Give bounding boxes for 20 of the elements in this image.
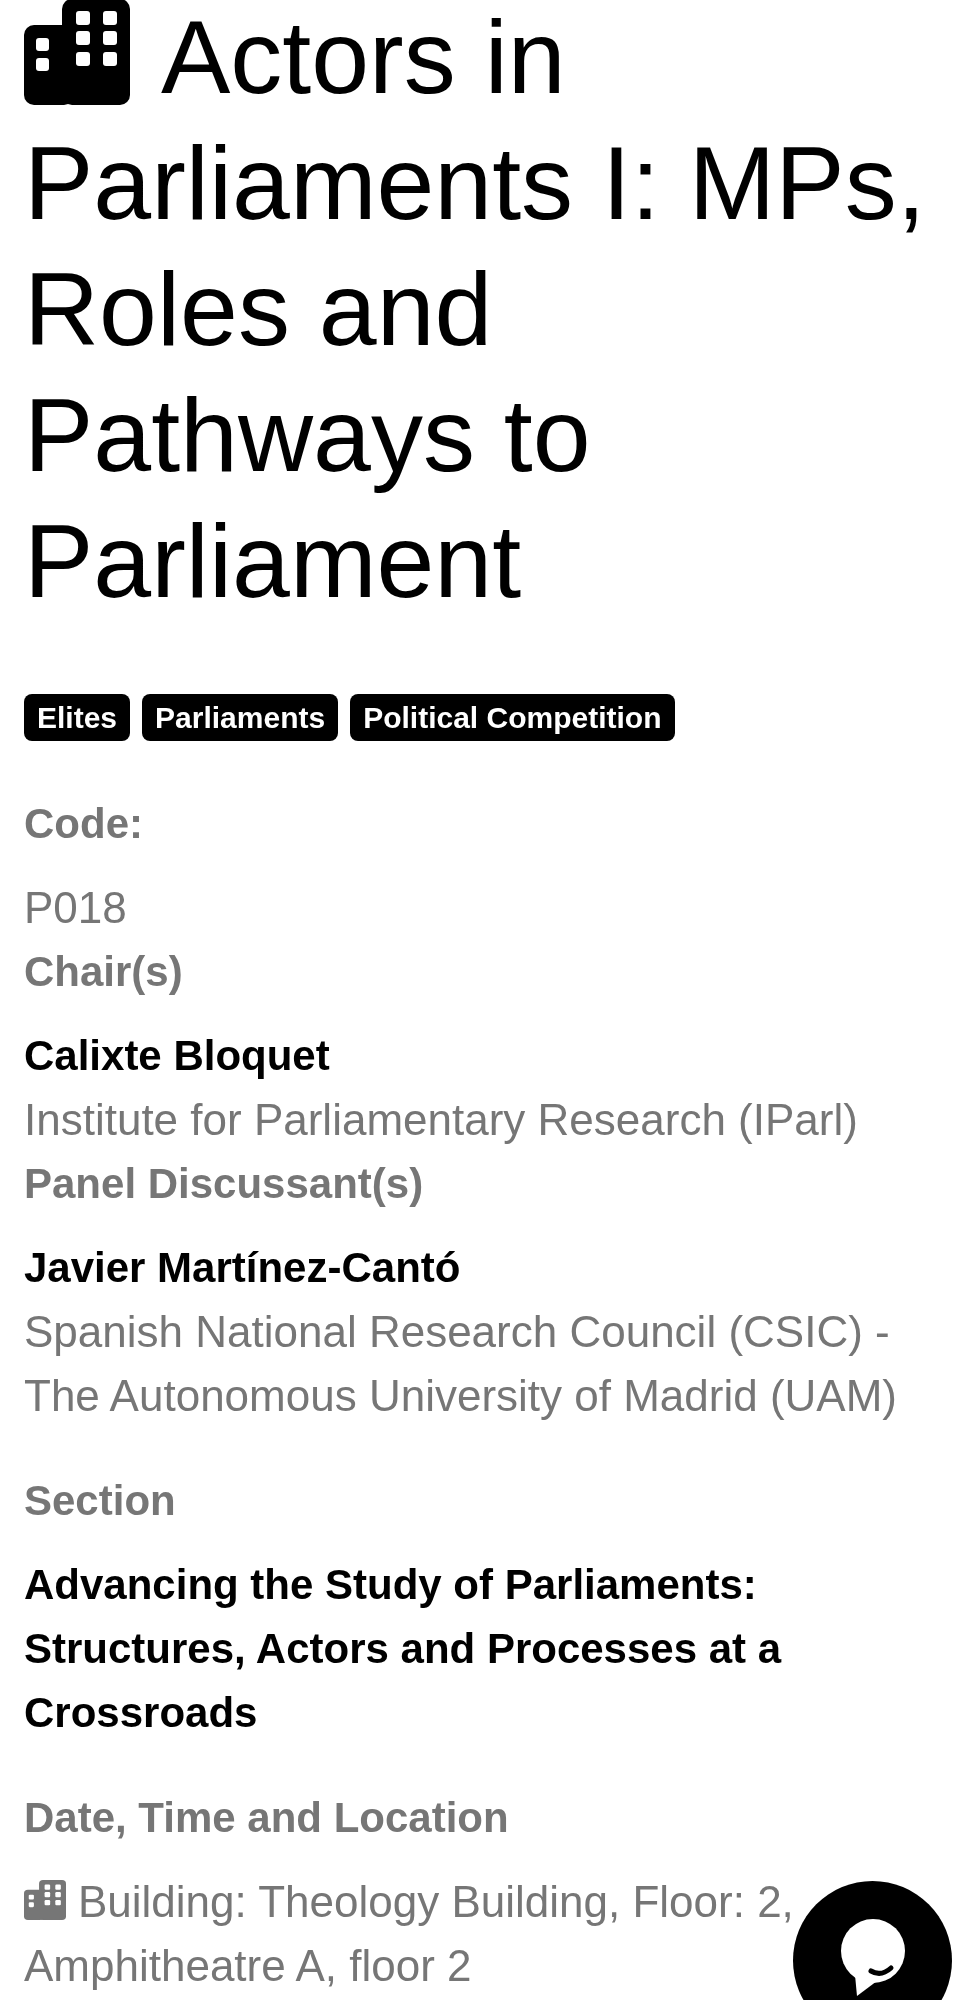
code-value: P018 <box>24 882 128 934</box>
date-location-label: Date, Time and Location <box>24 1793 510 1843</box>
chairs-label: Chair(s) <box>24 947 184 997</box>
code-label: Code: <box>24 799 144 849</box>
person-name: Calixte Bloquet <box>24 1031 331 1081</box>
person-affiliation: Institute for Parliamentary Research (IParl) <box>24 1094 859 1146</box>
topic-tag: Elites <box>24 694 131 741</box>
location-text: Amphitheatre A, floor 2 <box>24 1941 472 1990</box>
person-affiliation: Spanish National Research Council (CSIC) - The Autonomous University of Madrid (UAM) <box>24 1306 898 1422</box>
section-title: Advancing the Study of Parliaments: Structures, Actors and Processes at a Crossroads <box>24 1560 783 1738</box>
building-icon <box>24 1880 66 1920</box>
building-icon <box>24 0 130 105</box>
topic-tag: Parliaments <box>142 694 339 741</box>
page-title: Parliaments I: MPs, Roles and Pathways to Parliament <box>24 125 926 619</box>
location-text: Building: Theology Building, Floor: 2, <box>78 1877 794 1926</box>
section-label: Section <box>24 1476 177 1526</box>
person-name: Javier Martínez-Cantó <box>24 1243 462 1293</box>
page-title: Actors in <box>161 0 566 115</box>
discussants-label: Panel Discussant(s) <box>24 1159 425 1209</box>
topic-tag: Political Competition <box>350 694 675 741</box>
